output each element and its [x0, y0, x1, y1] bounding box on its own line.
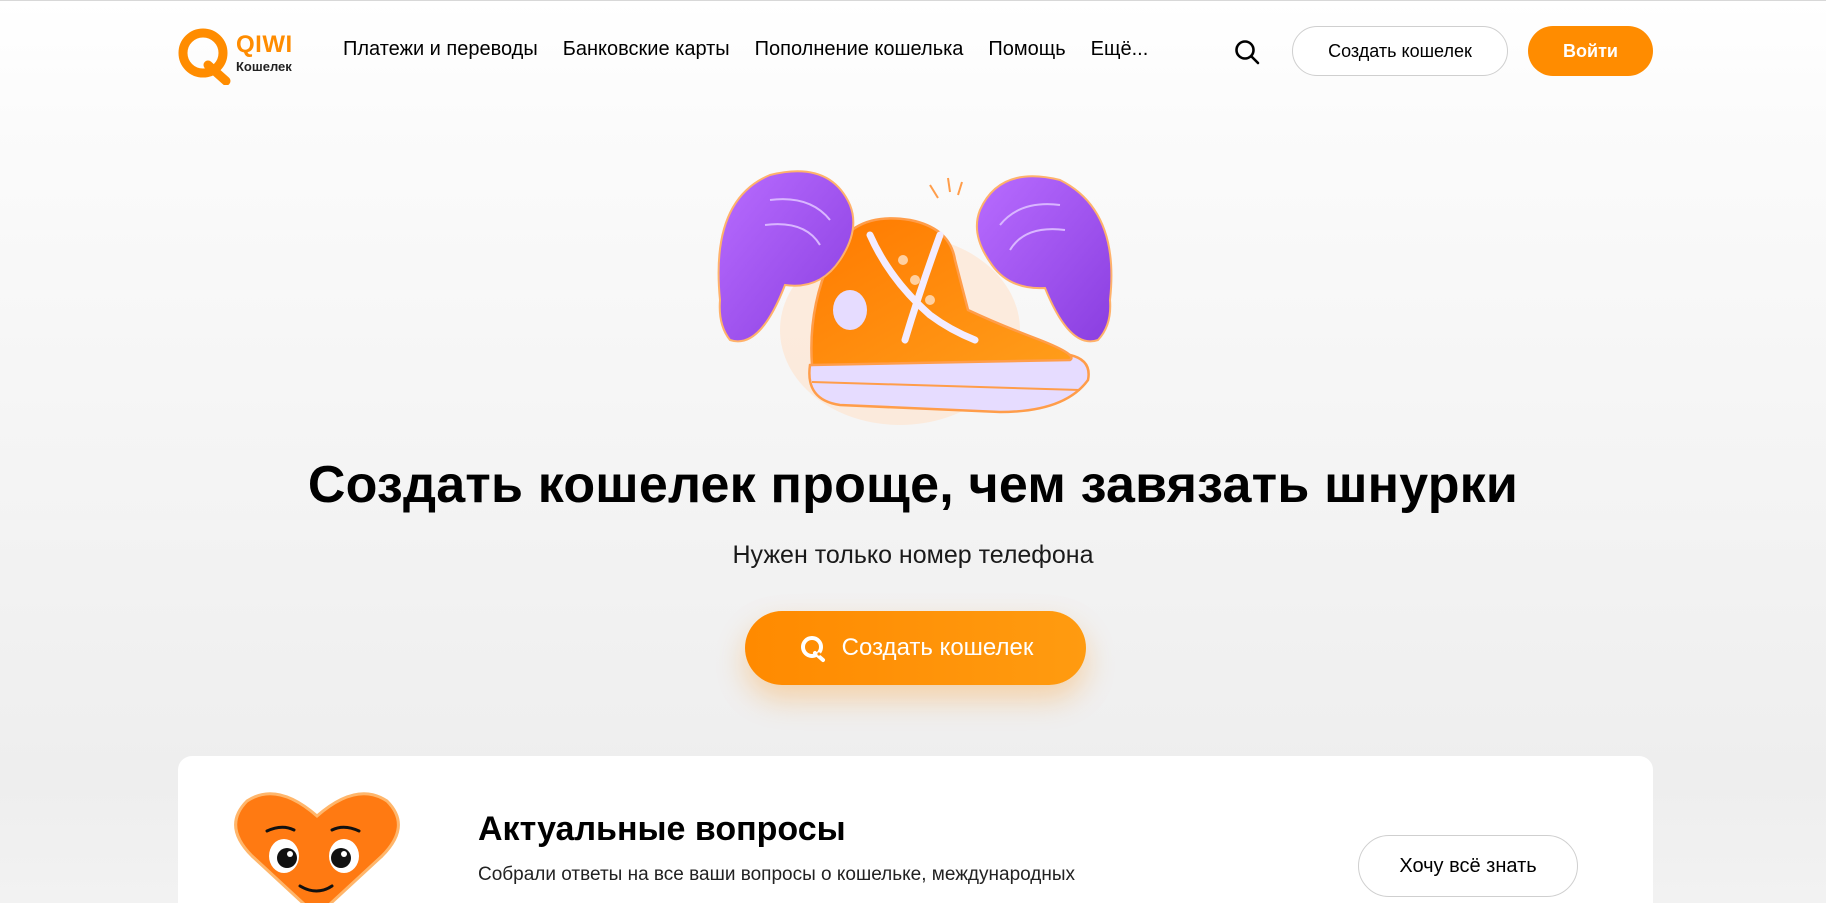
qiwi-logo[interactable]: QIWI Кошелек: [176, 27, 300, 85]
page: QIWI Кошелек Платежи и переводы Банковск…: [0, 0, 1826, 903]
search-button[interactable]: [1233, 38, 1261, 66]
logo-subtitle: Кошелек: [236, 59, 292, 74]
faq-text: Собрали ответы на все ваши вопросы о кош…: [478, 864, 1076, 885]
faq-button[interactable]: Хочу всё знать: [1358, 835, 1578, 897]
sneaker-illustration: [717, 170, 1113, 425]
create-wallet-cta-button[interactable]: Создать кошелек: [745, 611, 1086, 685]
nav-more[interactable]: Ещё...: [1091, 38, 1149, 61]
main-nav: Платежи и переводы Банковские карты Попо…: [343, 38, 1173, 61]
site-header: QIWI Кошелек Платежи и переводы Банковск…: [0, 0, 1826, 102]
logo-brand: QIWI: [236, 31, 293, 58]
heart-character-illustration: [234, 792, 400, 903]
search-icon: [1235, 40, 1260, 65]
create-wallet-cta-label: Создать кошелек: [841, 634, 1034, 661]
hero-title: Создать кошелек проще, чем завязать шнур…: [307, 456, 1519, 514]
faq-card: Актуальные вопросы Собрали ответы на все…: [178, 756, 1653, 903]
hero-subtitle: Нужен только номер телефона: [732, 541, 1094, 569]
faq-title: Актуальные вопросы: [478, 810, 846, 848]
qiwi-logo-icon: [800, 636, 825, 662]
nav-payments[interactable]: Платежи и переводы: [343, 38, 538, 61]
qiwi-logo-icon: [178, 28, 231, 85]
create-wallet-header-button[interactable]: Создать кошелек: [1292, 26, 1508, 76]
nav-help[interactable]: Помощь: [988, 38, 1065, 61]
logo-text: QIWI Кошелек: [236, 31, 293, 74]
login-button[interactable]: Войти: [1528, 26, 1653, 76]
nav-bank-cards[interactable]: Банковские карты: [563, 38, 730, 61]
nav-top-up[interactable]: Пополнение кошелька: [755, 38, 964, 61]
